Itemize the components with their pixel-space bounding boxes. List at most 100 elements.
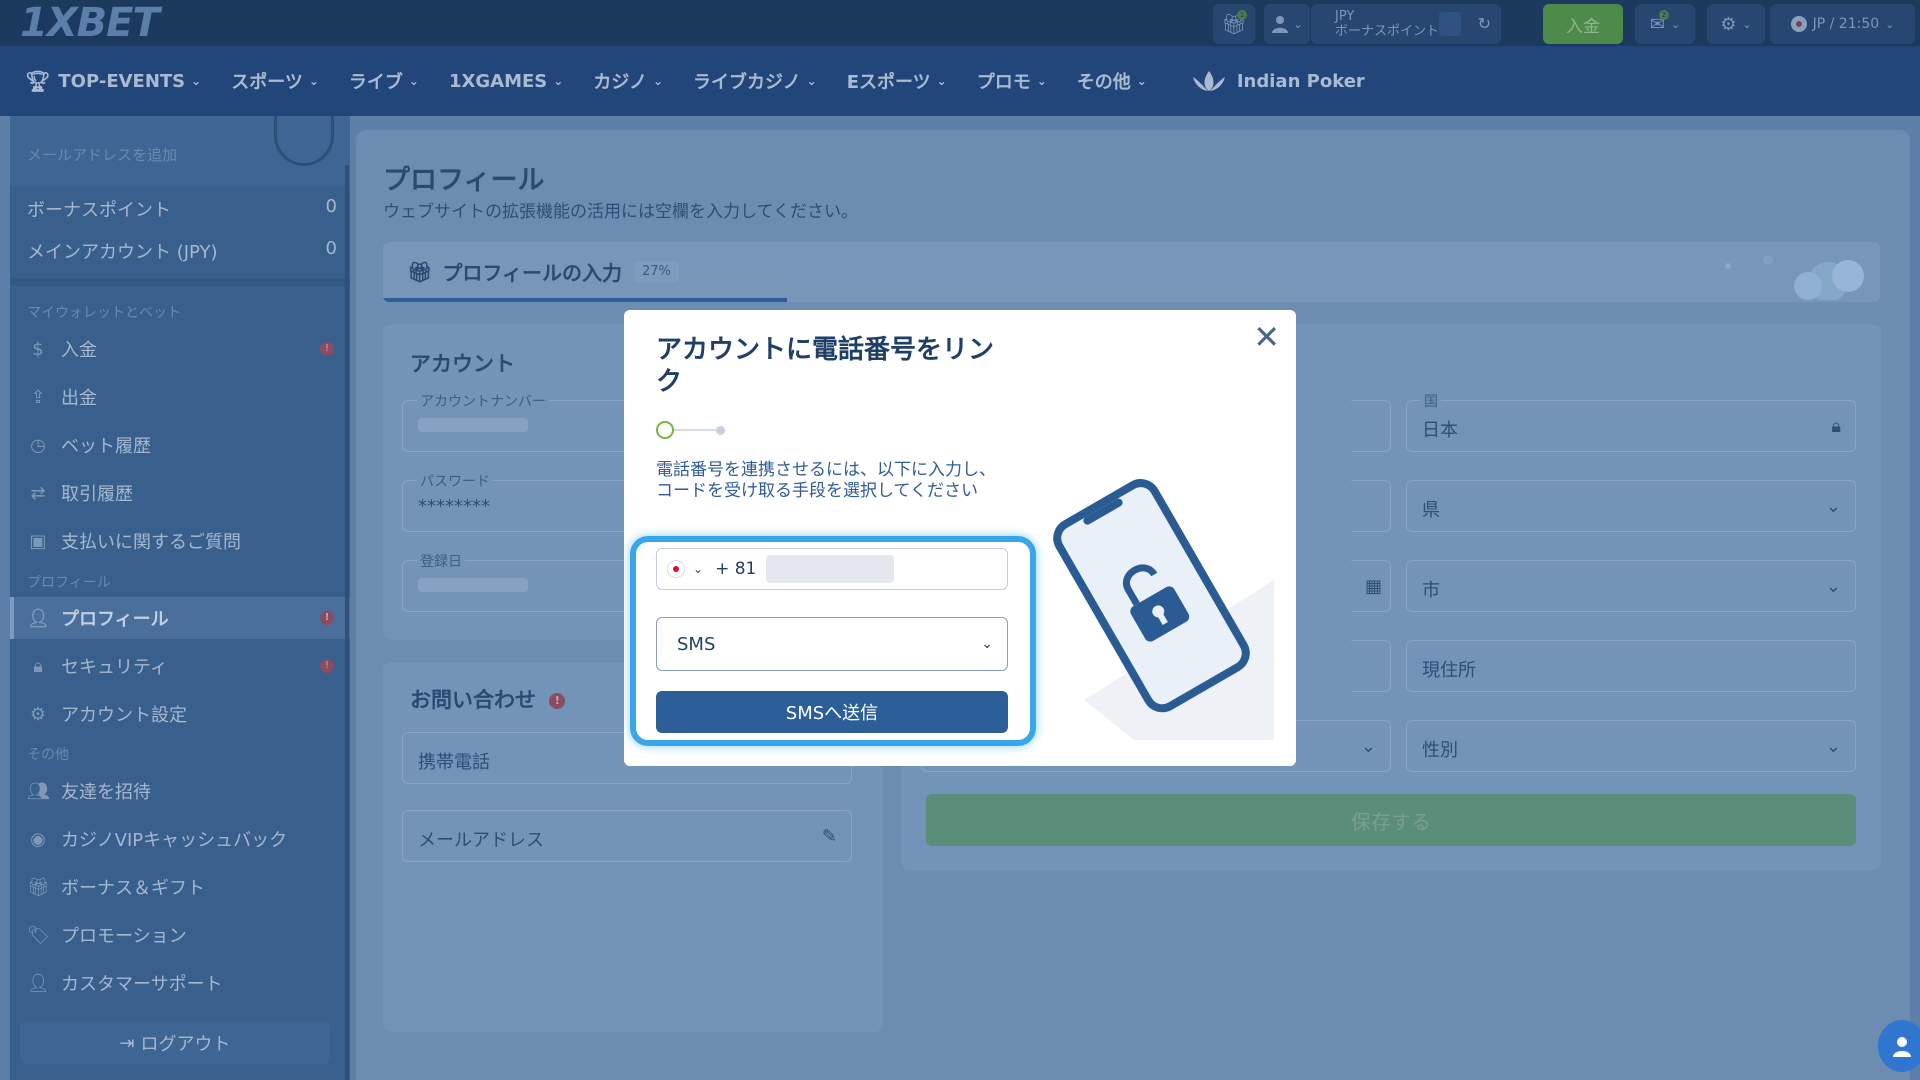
country-label: 国 [1421, 391, 1441, 411]
field-hidden-1[interactable] [1351, 400, 1391, 452]
gift-badge: 1 [1237, 10, 1247, 20]
alert-icon: ! [320, 342, 334, 356]
chevron-down-icon: ⌄ [806, 74, 817, 88]
contact-title-label: お問い合わせ [410, 688, 536, 712]
close-icon[interactable]: ✕ [1253, 318, 1280, 356]
chevron-down-icon[interactable]: ⌄ [693, 562, 703, 576]
address-field[interactable]: 現住所 [1406, 640, 1856, 692]
tag-icon: 🏷︎ [27, 924, 50, 946]
nav-live-casino[interactable]: ライブカジノ ⌄ [693, 46, 817, 116]
chevron-down-icon: ⌄ [1885, 17, 1895, 31]
sidebar-item-label: ベット履歴 [61, 436, 151, 457]
japan-flag-icon[interactable] [667, 560, 685, 578]
sidebar-item-bonus-gifts[interactable]: 🎁︎ ボーナス＆ギフト [10, 866, 350, 908]
sidebar-item-promotions[interactable]: 🏷︎ プロモーション [10, 914, 350, 956]
prefecture-select[interactable]: 県 ⌄ [1406, 480, 1856, 532]
chips-decoration-icon [1725, 255, 1864, 300]
main-account-row: メインアカウント (JPY) 0 [27, 238, 337, 264]
support-agent-icon [1893, 1037, 1911, 1057]
user-menu-button[interactable]: ⌄ [1264, 4, 1310, 44]
divider [10, 278, 350, 286]
city-select[interactable]: 市 ⌄ [1406, 560, 1856, 612]
sidebar-item-label: 支払いに関するご質問 [61, 532, 241, 553]
sidebar-item-deposit[interactable]: $ 入金 ! [10, 328, 350, 370]
save-button[interactable]: 保存する [926, 794, 1856, 846]
sidebar-item-account-settings[interactable]: ⚙ アカウント設定 [10, 693, 350, 735]
step-connector [674, 429, 716, 431]
field-hidden-3[interactable] [1351, 640, 1391, 692]
sidebar-item-customer-support[interactable]: 👤︎ カスタマーサポート [10, 962, 350, 1004]
balance-value-hidden [1439, 12, 1461, 36]
settings-button[interactable]: ⚙ ⌄ [1707, 4, 1765, 44]
phone-lock-illustration-icon [1053, 479, 1274, 740]
sidebar-item-label: プロフィール [61, 609, 169, 630]
city-placeholder: 市 [1422, 580, 1440, 601]
logout-button[interactable]: ⇥ ログアウト [20, 1022, 330, 1064]
deposit-button[interactable]: 入金 [1543, 4, 1623, 44]
field-hidden-2[interactable] [1351, 480, 1391, 532]
sidebar-item-security[interactable]: 🔒︎ セキュリティ ! [10, 645, 350, 687]
nav-esports[interactable]: Eスポーツ ⌄ [847, 46, 947, 116]
phone-number-value[interactable] [766, 555, 895, 583]
nav-1xgames[interactable]: 1XGAMES ⌄ [449, 46, 563, 116]
chevron-down-icon: ⌄ [408, 74, 419, 88]
step-2 [716, 426, 725, 435]
avatar[interactable] [274, 116, 334, 166]
sidebar-item-label: セキュリティ [61, 657, 168, 678]
nav-sports[interactable]: スポーツ ⌄ [231, 46, 319, 116]
mobile-phone-label: 携帯電話 [418, 752, 490, 773]
messages-button[interactable]: ✉ 2 ⌄ [1635, 4, 1695, 44]
chevron-down-icon: ⌄ [1670, 17, 1681, 31]
sidebar-item-payment-questions[interactable]: ▣ 支払いに関するご質問 [10, 520, 350, 562]
bonus-points-label: ボーナスポイント [27, 200, 171, 221]
nav-live[interactable]: ライブ ⌄ [349, 46, 419, 116]
language-time-label: JP / 21:50 [1812, 16, 1880, 32]
main-account-label: メインアカウント (JPY) [27, 242, 218, 263]
email-field[interactable]: メールアドレス ✎ [402, 810, 852, 862]
account-number-value [418, 416, 528, 437]
phone-input[interactable]: ⌄ + 81 [656, 548, 1008, 590]
add-email-link[interactable]: メールアドレスを追加 [27, 144, 177, 165]
sidebar-item-withdraw[interactable]: ⇪ 出金 [10, 376, 350, 418]
step-1-current [656, 421, 674, 439]
method-value: SMS [677, 633, 716, 655]
dollar-icon: $ [32, 338, 44, 360]
profile-progress[interactable]: 🎁︎ プロフィールの入力 27% [383, 242, 1880, 302]
code-method-select[interactable]: SMS ⌄ [656, 617, 1008, 671]
sidebar-item-invite-friends[interactable]: 👥︎ 友達を招待 [10, 770, 350, 812]
sidebar-item-transactions[interactable]: ⇄ 取引履歴 [10, 472, 350, 514]
calendar-icon[interactable]: ▦ [1365, 576, 1382, 597]
sidebar-scrollbar[interactable] [345, 165, 349, 1080]
send-sms-button[interactable]: SMSへ送信 [656, 691, 1008, 733]
chevron-down-icon: ⌄ [191, 74, 202, 88]
language-time-button[interactable]: JP / 21:50 ⌄ [1770, 4, 1915, 44]
password-label: パスワード [417, 471, 493, 491]
refresh-icon[interactable]: ↻ [1478, 14, 1491, 33]
nav-indian-poker[interactable]: Indian Poker [1189, 46, 1365, 116]
country-value: 日本 [1422, 420, 1458, 441]
date-field[interactable]: ▦ [1351, 560, 1391, 612]
site-logo[interactable]: 1XBET [20, 2, 160, 44]
sidebar-item-casino-vip[interactable]: ◉ カジノVIPキャッシュバック [10, 818, 350, 860]
lock-icon: 🔒︎ [1831, 416, 1841, 437]
gender-select[interactable]: 性別 ⌄ [1406, 720, 1856, 772]
page-title: プロフィール [383, 165, 545, 196]
nav-promo[interactable]: プロモ ⌄ [977, 46, 1047, 116]
account-number-label: アカウントナンバー [417, 391, 549, 411]
support-chat-button[interactable] [1878, 1020, 1920, 1072]
nav-casino[interactable]: カジノ ⌄ [593, 46, 663, 116]
pencil-icon[interactable]: ✎ [822, 826, 837, 847]
country-code: + 81 [715, 559, 757, 579]
country-field: 国 日本 🔒︎ [1406, 391, 1856, 452]
chevron-down-icon: ⌄ [1825, 736, 1841, 757]
nav-label: プロモ [976, 72, 1031, 93]
balance-widget[interactable]: JPY ボーナスポイント ↻ [1311, 4, 1501, 44]
address-placeholder: 現住所 [1422, 660, 1476, 681]
nav-top-events[interactable]: 🏆︎ TOP-EVENTS ⌄ [25, 46, 201, 116]
nav-other[interactable]: その他 ⌄ [1077, 46, 1147, 116]
gift-button[interactable]: 🎁︎ 1 [1213, 4, 1255, 44]
chevron-down-icon: ⌄ [1136, 74, 1147, 88]
wallet-section-title: マイウォレットとベット [27, 305, 181, 321]
sidebar-item-profile[interactable]: 👤︎ プロフィール ! [10, 597, 350, 639]
sidebar-item-bet-history[interactable]: ◷ ベット履歴 [10, 424, 350, 466]
